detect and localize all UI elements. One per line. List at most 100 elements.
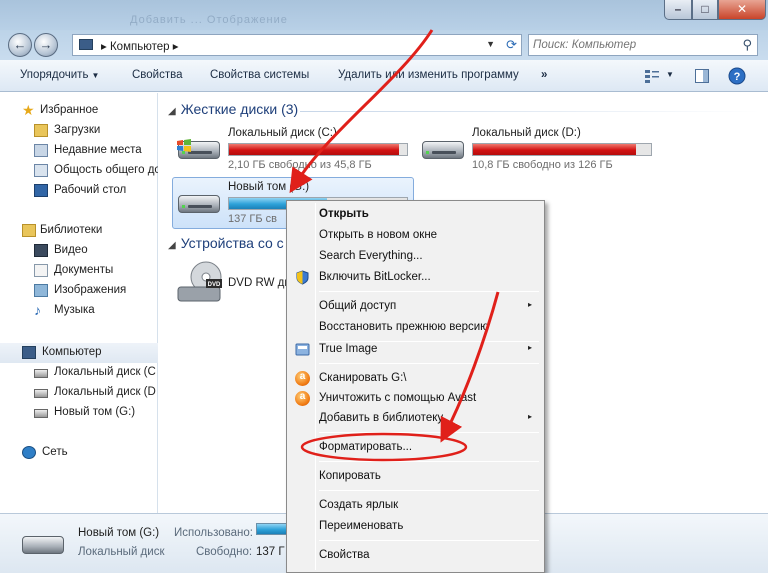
video-icon — [34, 244, 48, 257]
nav-new-volume-g[interactable]: Новый том (G:) — [0, 403, 158, 423]
address-bar[interactable]: ▸ Компьютер ▸ ▼ ⟳ — [72, 34, 522, 56]
nav-music-label: Музыка — [54, 304, 95, 316]
help-icon[interactable]: ? — [728, 67, 746, 85]
images-icon — [34, 284, 48, 297]
hard-drive-icon — [34, 409, 48, 418]
nav-network[interactable]: Сеть — [0, 443, 158, 463]
menu-item-open[interactable]: Открыть — [289, 204, 542, 224]
nav-local-d-label: Локальный диск (D — [54, 386, 156, 398]
windows-logo-icon — [177, 139, 191, 152]
menu-item-sharing[interactable]: Общий доступ ▸ — [289, 296, 542, 316]
more-commands-button[interactable]: » — [541, 69, 547, 81]
network-icon — [22, 446, 36, 459]
menu-item-scan-avast[interactable]: a Сканировать G:\ — [289, 368, 542, 388]
menu-item-format[interactable]: Форматировать... — [289, 437, 542, 457]
command-bar: Упорядочить ▼ Свойства Свойства системы У… — [0, 60, 768, 92]
system-properties-button[interactable]: Свойства системы — [210, 69, 309, 81]
menu-item-add-to-library[interactable]: Добавить в библиотеку ▸ — [289, 408, 542, 428]
drive-usage-fill — [473, 144, 636, 155]
nav-local-disk-c[interactable]: Локальный диск (C — [0, 363, 158, 383]
nav-shared[interactable]: Общость общего до — [0, 161, 158, 181]
menu-item-search-everything[interactable]: Search Everything... — [289, 246, 542, 266]
details-free-value: 137 Г — [256, 546, 285, 558]
nav-local-disk-d[interactable]: Локальный диск (D — [0, 383, 158, 403]
true-image-icon — [295, 343, 310, 356]
nav-favorites-label: Избранное — [40, 104, 99, 116]
search-icon[interactable]: ⚲ — [742, 37, 752, 53]
forward-button[interactable]: → — [34, 33, 58, 57]
menu-item-bitlocker[interactable]: Включить BitLocker... — [289, 267, 542, 287]
menu-item-create-shortcut[interactable]: Создать ярлык — [289, 495, 542, 515]
svg-text:DVD: DVD — [208, 282, 221, 288]
nav-downloads[interactable]: Загрузки — [0, 121, 158, 141]
menu-item-destroy-avast[interactable]: a Уничтожить с помощью Avast — [289, 388, 542, 408]
title-bar: Добавить ... Отображение – □ ✕ — [0, 0, 768, 32]
maximize-icon: □ — [701, 2, 709, 16]
collapse-triangle-icon: ◢ — [168, 106, 176, 117]
dvd-drive-icon: DVD — [177, 261, 222, 302]
nav-video[interactable]: Видео — [0, 241, 158, 261]
organize-label: Упорядочить — [20, 69, 89, 81]
nav-libraries[interactable]: Библиотеки — [0, 221, 158, 241]
menu-item-copy[interactable]: Копировать — [289, 466, 542, 486]
star-icon: ★ — [22, 102, 35, 118]
libraries-icon — [22, 224, 36, 237]
organize-button[interactable]: Упорядочить ▼ — [20, 69, 99, 81]
nav-music[interactable]: ♪ Музыка — [0, 301, 158, 321]
recent-places-icon — [34, 144, 48, 157]
submenu-arrow-icon: ▸ — [527, 300, 532, 309]
maximize-button[interactable]: □ — [692, 0, 718, 20]
nav-computer[interactable]: Компьютер — [0, 343, 158, 363]
menu-item-restore-versions[interactable]: Восстановить прежнюю версию — [289, 317, 542, 337]
nav-new-vol-label: Новый том (G:) — [54, 406, 136, 418]
folder-icon — [34, 124, 48, 137]
preview-pane-icon[interactable] — [694, 68, 710, 84]
change-view-icon[interactable] — [644, 68, 660, 84]
minimize-icon: – — [674, 2, 682, 16]
nav-local-c-label: Локальный диск (C — [54, 366, 156, 378]
menu-item-properties[interactable]: Свойства — [289, 545, 542, 565]
nav-video-label: Видео — [54, 244, 88, 256]
drive-name: Локальный диск (C:) — [228, 127, 337, 139]
nav-images[interactable]: Изображения — [0, 281, 158, 301]
nav-documents[interactable]: Документы — [0, 261, 158, 281]
breadcrumb[interactable]: ▸ Компьютер ▸ — [101, 39, 179, 53]
menu-item-open-new-window[interactable]: Открыть в новом окне — [289, 225, 542, 245]
nav-favorites[interactable]: ★ Избранное — [0, 101, 158, 121]
details-used-label: Использовано: — [174, 527, 253, 539]
nav-recent-places[interactable]: Недавние места — [0, 141, 158, 161]
documents-icon — [34, 264, 48, 277]
minimize-button[interactable]: – — [664, 0, 692, 20]
view-dropdown-icon[interactable]: ▼ — [666, 70, 674, 79]
devices-group-header[interactable]: ◢ Устройства со с — [168, 235, 284, 251]
hard-drive-icon — [34, 369, 48, 378]
back-button[interactable]: ← — [8, 33, 32, 57]
menu-item-true-image[interactable]: True Image ▸ — [289, 339, 542, 359]
svg-text:?: ? — [734, 71, 741, 83]
music-note-icon: ♪ — [34, 302, 41, 318]
address-dropdown-icon[interactable]: ▼ — [486, 39, 495, 49]
drive-usage-bar — [472, 143, 652, 156]
collapse-triangle-icon: ◢ — [168, 240, 176, 251]
search-input[interactable] — [533, 37, 733, 53]
drive-usage-bar — [228, 143, 408, 156]
refresh-icon[interactable]: ⟳ — [506, 37, 517, 53]
computer-icon — [22, 346, 36, 359]
nav-desktop[interactable]: Рабочий стол — [0, 181, 158, 201]
navigation-pane: ★ Избранное Загрузки Недавние места Общо… — [0, 93, 158, 513]
submenu-arrow-icon: ▸ — [527, 412, 532, 421]
search-box[interactable]: ⚲ — [528, 34, 758, 56]
devices-group-label: Устройства со с — [180, 235, 284, 251]
nav-computer-label: Компьютер — [42, 346, 102, 358]
nav-images-label: Изображения — [54, 284, 127, 296]
properties-button[interactable]: Свойства — [132, 69, 183, 81]
uninstall-program-button[interactable]: Удалить или изменить программу — [338, 69, 519, 81]
chevron-down-icon: ▼ — [91, 71, 100, 80]
close-button[interactable]: ✕ — [718, 0, 766, 20]
shield-icon — [296, 270, 309, 285]
menu-item-rename[interactable]: Переименовать — [289, 516, 542, 536]
breadcrumb-computer[interactable]: Компьютер — [110, 41, 170, 53]
nav-shared-label: Общость общего до — [54, 164, 158, 176]
breadcrumb-trailing[interactable]: ▸ — [173, 41, 179, 53]
hard-drives-group-header[interactable]: ◢ Жесткие диски (3) — [168, 101, 298, 117]
